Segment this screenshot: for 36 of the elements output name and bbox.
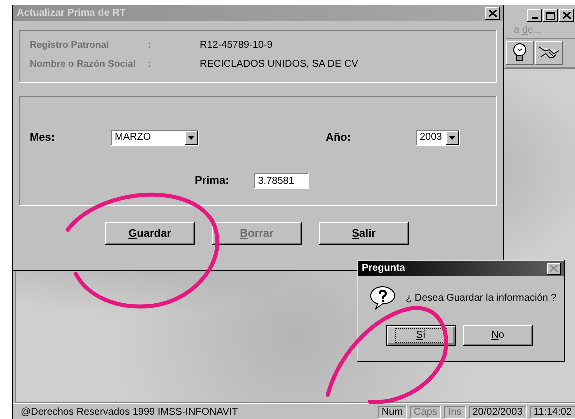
dropdown[interactable]: 2003 (416, 130, 460, 146)
close-icon[interactable] (562, 12, 570, 19)
separator-text: : (148, 59, 152, 70)
copyright-text: @Derechos Reservados 1999 IMSS-INFONAVIT (21, 406, 240, 418)
date-text: 20/02/2003 (468, 406, 527, 418)
window-title: Actualizar Prima de RT (17, 8, 126, 18)
dialog-button[interactable]: Sí (386, 325, 456, 346)
question-icon (370, 286, 396, 310)
input-field[interactable]: 3.78581 (254, 173, 310, 189)
field-label: Año: (326, 132, 352, 144)
status-indicator: Caps (410, 406, 442, 418)
window-title: Pregunta (362, 263, 406, 274)
dialog-button[interactable]: No (463, 325, 533, 346)
close-button[interactable] (559, 9, 574, 22)
dialog-button[interactable]: Salir (319, 222, 409, 245)
status-indicator: Num (378, 406, 408, 418)
maximize-button[interactable] (543, 9, 558, 22)
close-button[interactable] (547, 262, 561, 274)
field-label: Nombre o Razón Social (30, 59, 138, 70)
field-label: Prima: (195, 175, 230, 187)
time-text: 11:14:02 (530, 406, 575, 418)
maximize-icon[interactable] (546, 12, 555, 20)
field-label: Registro Patronal (30, 40, 110, 51)
lightbulb-icon (514, 44, 526, 62)
field-value: RECICLADOS UNIDOS, SA DE CV (200, 59, 358, 70)
toolbar-button[interactable] (535, 41, 563, 65)
minimize-button[interactable] (527, 9, 542, 22)
field-value: R12-45789-10-9 (200, 40, 273, 51)
field-label: Mes: (30, 132, 56, 144)
dialog-button[interactable]: Guardar (105, 222, 195, 245)
message-text: ¿ Desea Guardar la información ? (406, 292, 557, 304)
dropdown[interactable]: MARZO (111, 130, 199, 146)
separator-text: : (148, 40, 152, 51)
status-indicator: Ins (444, 406, 466, 418)
handshake-icon (538, 46, 560, 58)
toolbar-button[interactable] (506, 41, 534, 65)
